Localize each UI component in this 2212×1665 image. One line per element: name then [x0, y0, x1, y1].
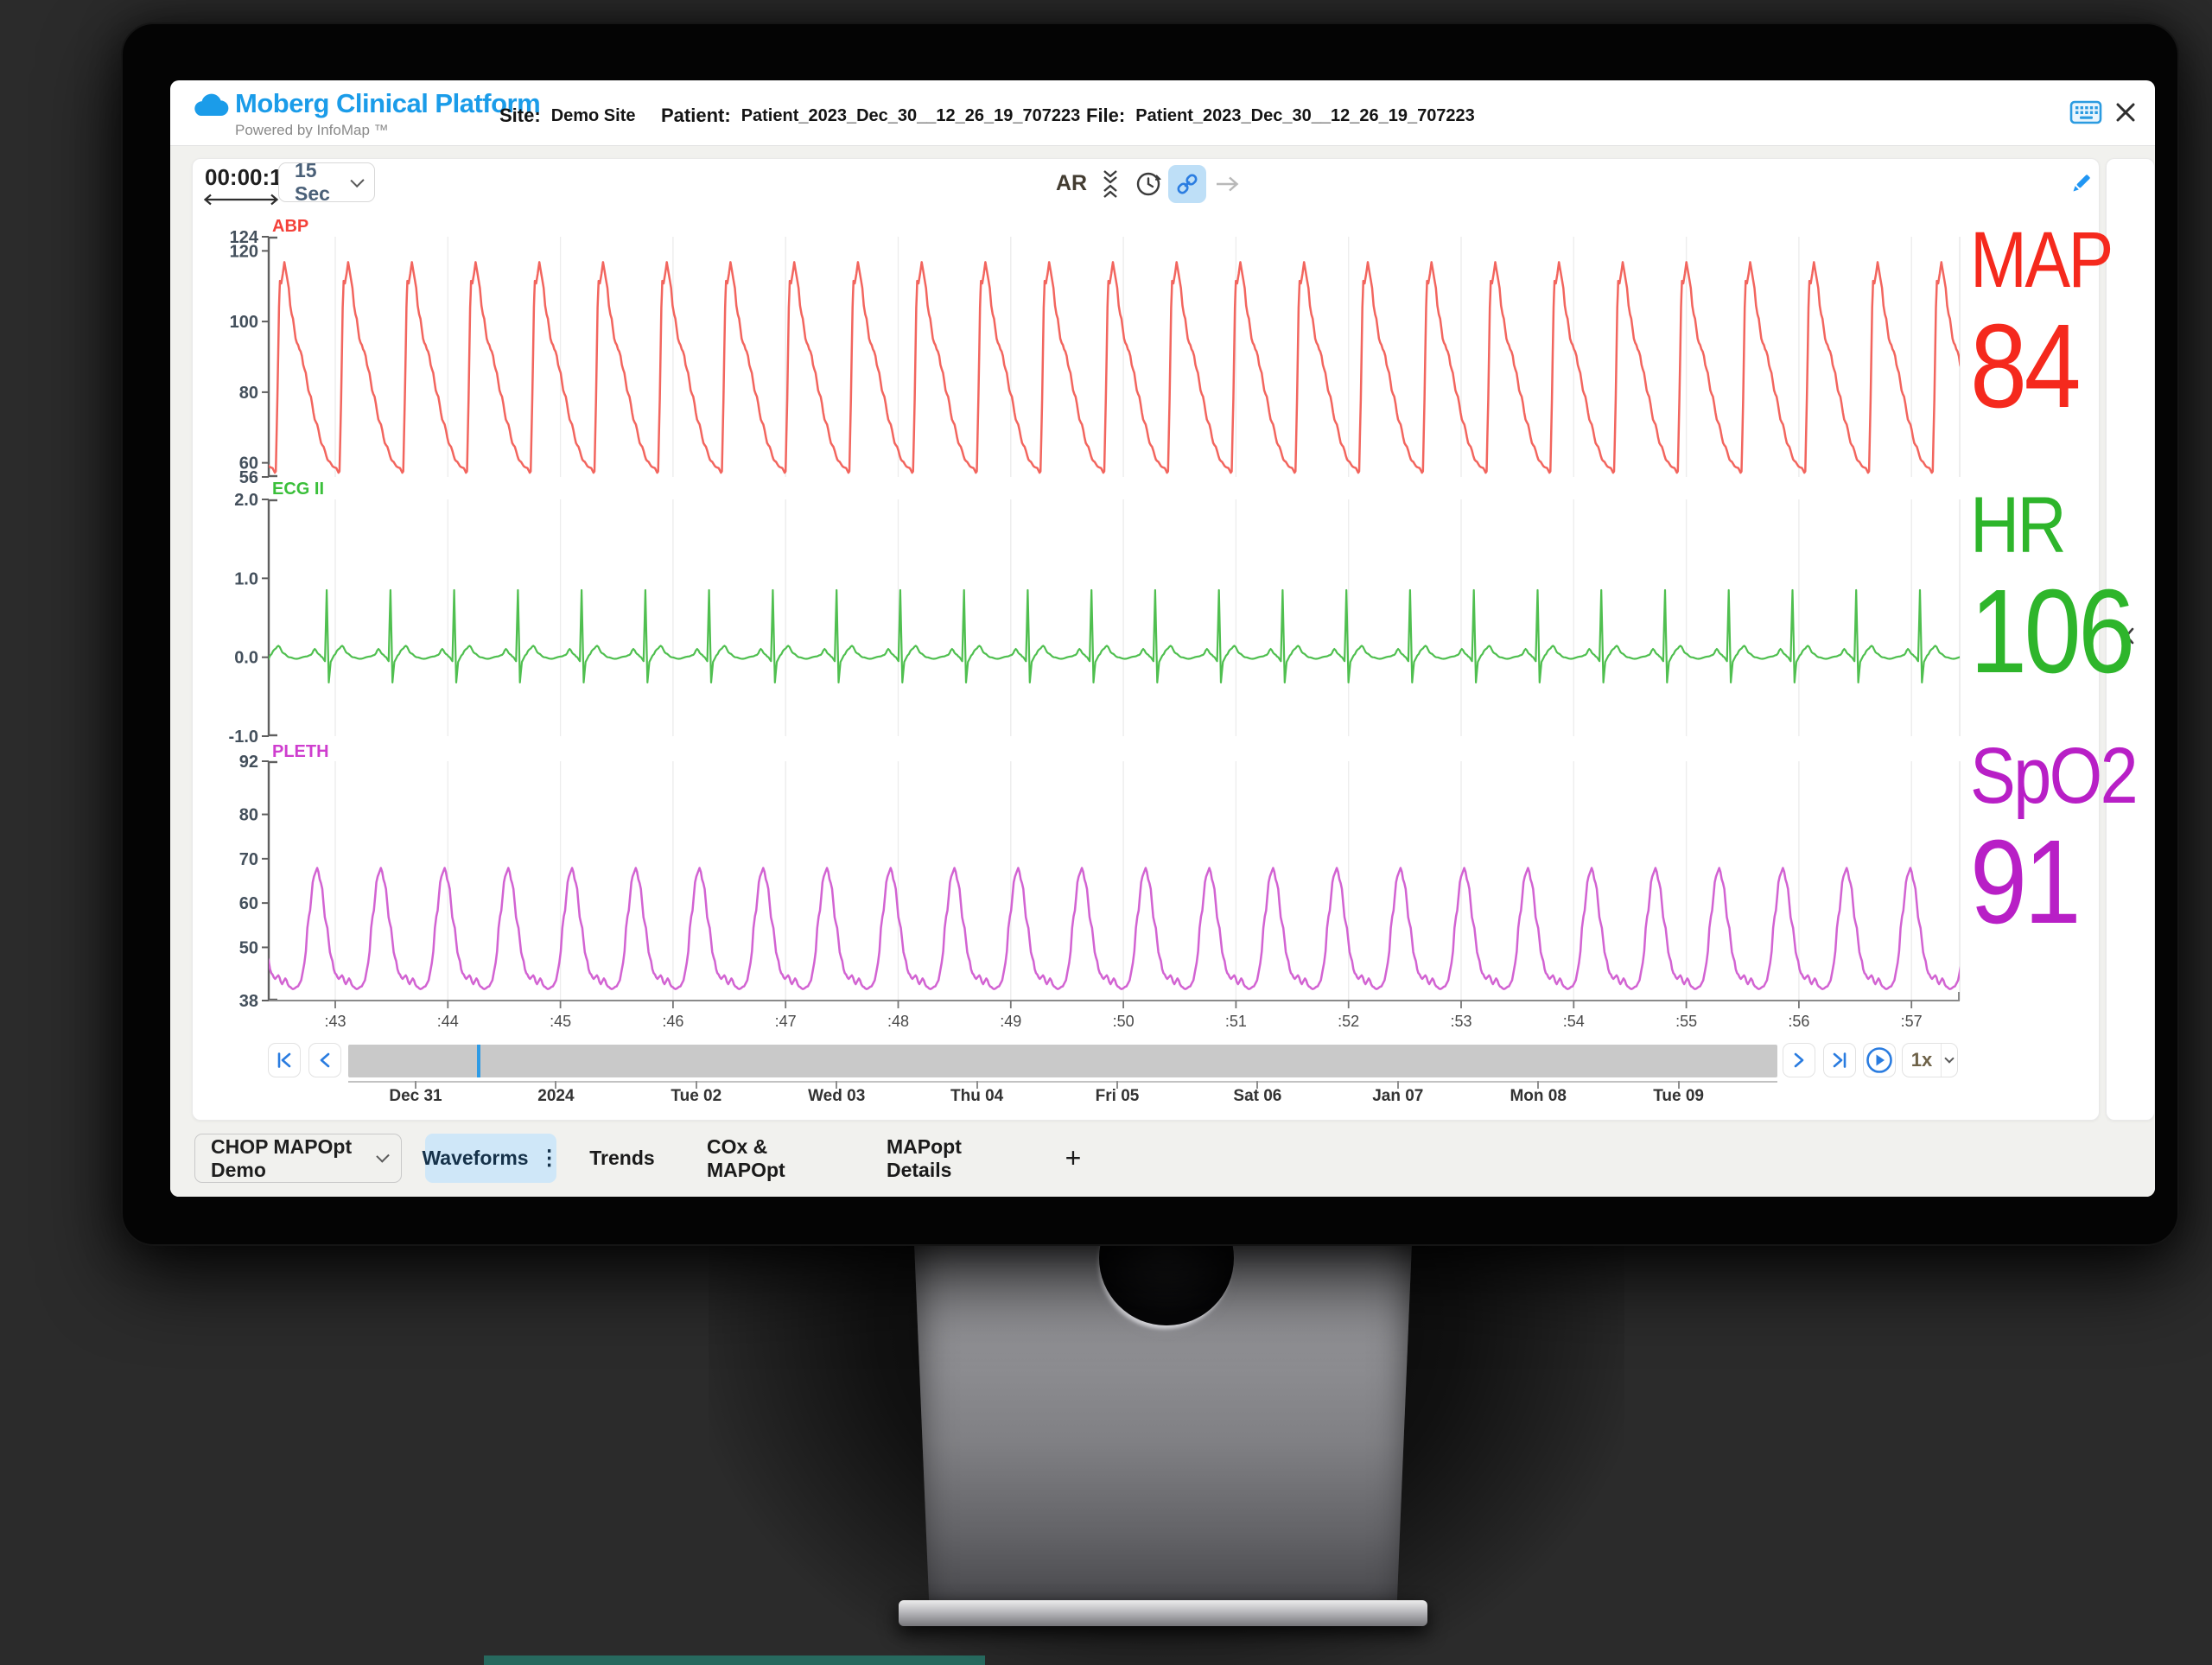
svg-text:56: 56: [239, 468, 258, 487]
play-icon: [1866, 1046, 1893, 1074]
skip-start-icon: [276, 1052, 293, 1069]
tab-menu-dots-icon[interactable]: ⋮: [539, 1146, 560, 1171]
skip-to-end-button[interactable]: [1823, 1043, 1856, 1077]
vital-spo2: SpO2 91: [1970, 736, 2136, 942]
svg-text::52: :52: [1338, 1013, 1359, 1030]
tab-mapopt-details-label: MAPopt Details: [887, 1135, 1009, 1182]
timeline-label: Dec 31: [389, 1087, 442, 1106]
timeline-label: Jan 07: [1372, 1087, 1423, 1106]
svg-text::55: :55: [1675, 1013, 1697, 1030]
scene: Moberg Clinical Platform Powered by Info…: [0, 0, 2212, 1665]
svg-text::46: :46: [662, 1013, 683, 1030]
waveform-canvas[interactable]: 124120100806056ABP2.01.00.0-1.0ECG II928…: [0, 0, 2212, 1665]
dataset-selector-value: CHOP MAPOpt Demo: [211, 1135, 378, 1182]
add-tab-button[interactable]: +: [1056, 1134, 1090, 1183]
skip-end-icon: [1831, 1052, 1848, 1069]
step-back-button[interactable]: [308, 1043, 341, 1077]
skip-to-start-button[interactable]: [268, 1043, 301, 1077]
tab-cox-mapopt-label: COx & MAPOpt: [707, 1135, 828, 1182]
x-axis: :43 :44 :45 :46 :47 :48 :49 :50 :51 :52 :53 :54 :55:…: [269, 992, 1960, 1030]
tab-waveforms[interactable]: Waveforms ⋮: [425, 1134, 556, 1183]
svg-text:38: 38: [239, 992, 258, 1011]
chevron-left-icon: [317, 1052, 333, 1069]
timeline-label: Tue 02: [671, 1087, 721, 1106]
play-button[interactable]: [1863, 1043, 1896, 1077]
timeline-label: 2024: [537, 1087, 574, 1106]
playback-speed-value: 1x: [1903, 1044, 1941, 1077]
chevron-right-icon: [1791, 1052, 1807, 1069]
timeline-label: Mon 08: [1510, 1087, 1566, 1106]
add-tab-label: +: [1065, 1142, 1082, 1174]
vital-hr-value: 106: [1970, 572, 2133, 691]
tab-mapopt-details[interactable]: MAPopt Details: [887, 1134, 1009, 1183]
svg-text:70: 70: [239, 850, 258, 869]
dataset-selector[interactable]: CHOP MAPOpt Demo: [194, 1134, 402, 1183]
svg-text::48: :48: [887, 1013, 909, 1030]
vital-spo2-value: 91: [1970, 823, 2136, 942]
tab-trends[interactable]: Trends: [570, 1134, 674, 1183]
svg-text:0.0: 0.0: [234, 649, 258, 668]
svg-text:-1.0: -1.0: [229, 728, 258, 747]
playback-speed-button[interactable]: 1x: [1902, 1043, 1958, 1077]
vital-map-value: 84: [1970, 307, 2112, 426]
tab-cox-mapopt[interactable]: COx & MAPOpt: [707, 1134, 828, 1183]
svg-text::47: :47: [775, 1013, 797, 1030]
svg-text::43: :43: [324, 1013, 346, 1030]
pleth-chart: 92 80 70 60 50 38 PLETH: [239, 742, 1966, 1011]
vital-map: MAP 84: [1970, 220, 2112, 426]
vital-hr: HR 106: [1970, 486, 2133, 691]
pleth-label: PLETH: [272, 742, 329, 761]
timeline-axis: [348, 1081, 1777, 1083]
svg-text:50: 50: [239, 938, 258, 957]
timeline-label: Wed 03: [808, 1087, 865, 1106]
svg-text::54: :54: [1563, 1013, 1585, 1030]
tab-waveforms-label: Waveforms: [422, 1147, 528, 1170]
step-forward-button[interactable]: [1783, 1043, 1815, 1077]
svg-text::56: :56: [1788, 1013, 1809, 1030]
speed-caret: [1941, 1044, 1957, 1077]
svg-text::49: :49: [1000, 1013, 1021, 1030]
vital-map-label: MAP: [1970, 220, 2112, 300]
timeline-label: Tue 09: [1653, 1087, 1704, 1106]
timeline-scrollbar[interactable]: [348, 1045, 1777, 1077]
ecg-waveform: [260, 590, 1967, 683]
svg-text::45: :45: [550, 1013, 571, 1030]
tab-trends-label: Trends: [589, 1147, 654, 1170]
abp-chart: 124120100806056ABP: [230, 217, 1967, 487]
abp-label: ABP: [272, 217, 308, 236]
timeline-label: Fri 05: [1096, 1087, 1140, 1106]
vital-hr-label: HR: [1970, 486, 2133, 565]
svg-text::51: :51: [1225, 1013, 1247, 1030]
svg-text:80: 80: [239, 806, 258, 825]
svg-text::50: :50: [1113, 1013, 1135, 1030]
svg-text:1.0: 1.0: [234, 569, 258, 588]
svg-text:60: 60: [239, 894, 258, 913]
svg-text::53: :53: [1450, 1013, 1471, 1030]
timeline-label: Sat 06: [1233, 1087, 1281, 1106]
svg-text:2.0: 2.0: [234, 491, 258, 510]
svg-text::57: :57: [1901, 1013, 1923, 1030]
abp-waveform: [260, 262, 1967, 473]
svg-text:80: 80: [239, 384, 258, 403]
ecg-label: ECG II: [272, 480, 324, 499]
vital-spo2-label: SpO2: [1970, 736, 2136, 816]
svg-text:100: 100: [230, 313, 258, 332]
timeline-position-marker[interactable]: [477, 1045, 480, 1077]
svg-text:92: 92: [239, 753, 258, 772]
pleth-waveform: [260, 868, 1966, 989]
svg-text:120: 120: [230, 242, 258, 261]
chevron-down-icon: [1944, 1053, 1954, 1063]
ecg-chart: 2.0 1.0 0.0 -1.0 ECG II: [229, 480, 1967, 747]
svg-text::44: :44: [437, 1013, 459, 1030]
timeline-label: Thu 04: [950, 1087, 1003, 1106]
